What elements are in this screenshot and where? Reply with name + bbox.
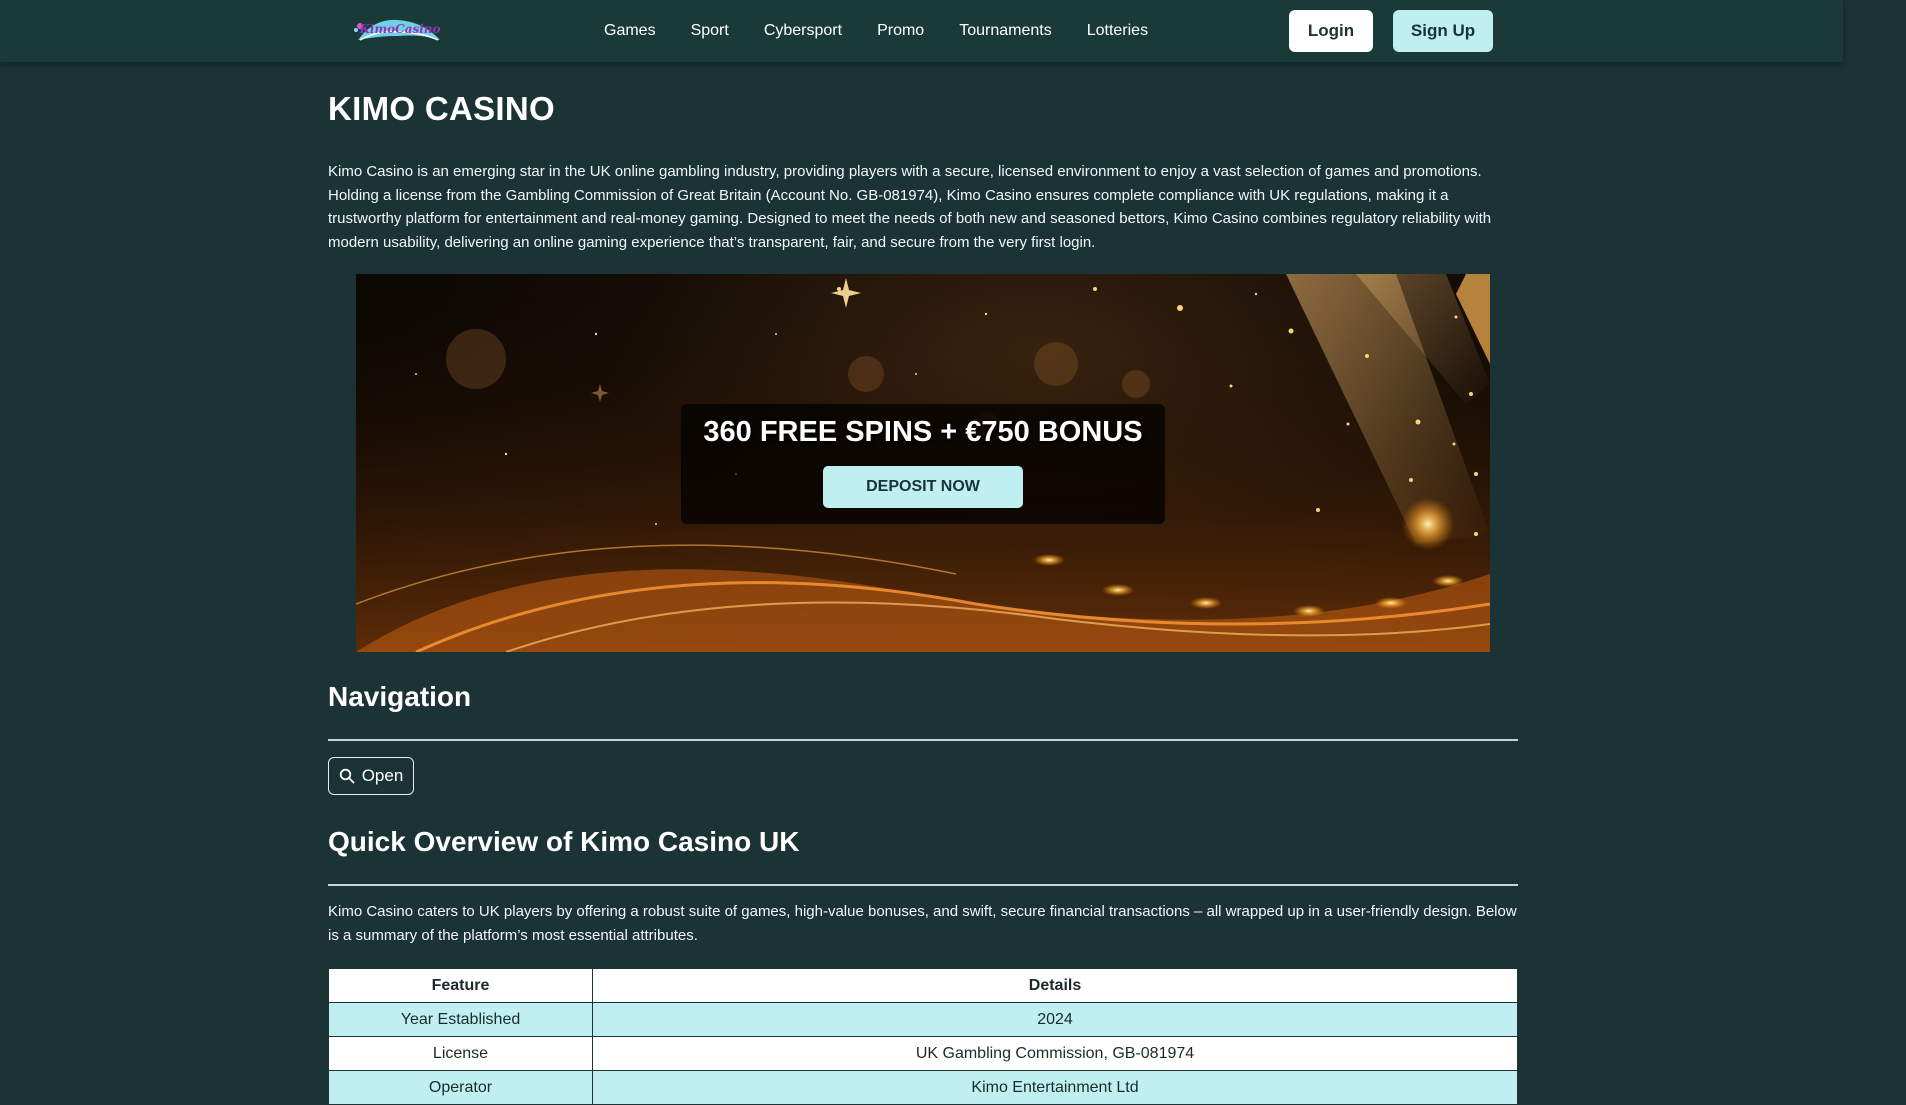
logo-wordmark: KimoCasino (358, 22, 440, 36)
navigation-divider (328, 739, 1518, 741)
promo-overlay: 360 FREE SPINS + €750 BONUS DEPOSIT NOW (681, 404, 1165, 524)
table-cell: 2024 (592, 1002, 1518, 1037)
page-title: KIMO CASINO (328, 90, 555, 127)
table-row: Year Established 2024 (328, 1002, 1518, 1037)
table-header-feature: Feature (328, 968, 593, 1003)
nav-sport[interactable]: Sport (691, 22, 729, 40)
table-header-details: Details (592, 968, 1518, 1003)
table-cell: UK Gambling Commission, GB-081974 (592, 1036, 1518, 1071)
login-button[interactable]: Login (1289, 10, 1373, 52)
promo-banner: 360 FREE SPINS + €750 BONUS DEPOSIT NOW (356, 274, 1490, 652)
promo-headline: 360 FREE SPINS + €750 BONUS (703, 416, 1143, 448)
overview-paragraph: Kimo Casino caters to UK players by offe… (328, 903, 1517, 944)
signup-button[interactable]: Sign Up (1393, 10, 1493, 52)
open-label: Open (361, 766, 404, 785)
table-row: License UK Gambling Commission, GB-08197… (328, 1036, 1518, 1071)
table-cell: Operator (328, 1070, 593, 1105)
table-cell: Kimo Entertainment Ltd (592, 1070, 1518, 1105)
nav-cybersport[interactable]: Cybersport (764, 22, 842, 40)
table-cell: License (328, 1036, 593, 1071)
nav-games[interactable]: Games (604, 22, 656, 40)
site-header: KimoCasino Games Sport Cybersport Promo … (0, 0, 1843, 62)
table-cell: Year Established (328, 1002, 593, 1037)
kimo-casino-logo[interactable]: KimoCasino (352, 16, 444, 46)
navigation-heading: Navigation (328, 681, 472, 712)
search-icon (339, 768, 355, 784)
main-content: KIMO CASINO Kimo Casino is an emerging s… (328, 62, 1518, 1105)
overview-table: Feature Details Year Established 2024 Li… (328, 968, 1518, 1105)
intro-paragraph: Kimo Casino is an emerging star in the U… (328, 163, 1492, 251)
table-row: Operator Kimo Entertainment Ltd (328, 1070, 1518, 1105)
nav-promo[interactable]: Promo (877, 22, 924, 40)
deposit-now-button[interactable]: DEPOSIT NOW (823, 466, 1023, 508)
nav-tournaments[interactable]: Tournaments (959, 22, 1052, 40)
nav-lotteries[interactable]: Lotteries (1087, 22, 1148, 40)
main-nav: Games Sport Cybersport Promo Tournaments… (604, 0, 1183, 62)
overview-divider (328, 884, 1518, 886)
open-navigation-button[interactable]: Open (328, 757, 414, 795)
overview-heading: Quick Overview of Kimo Casino UK (328, 826, 800, 857)
